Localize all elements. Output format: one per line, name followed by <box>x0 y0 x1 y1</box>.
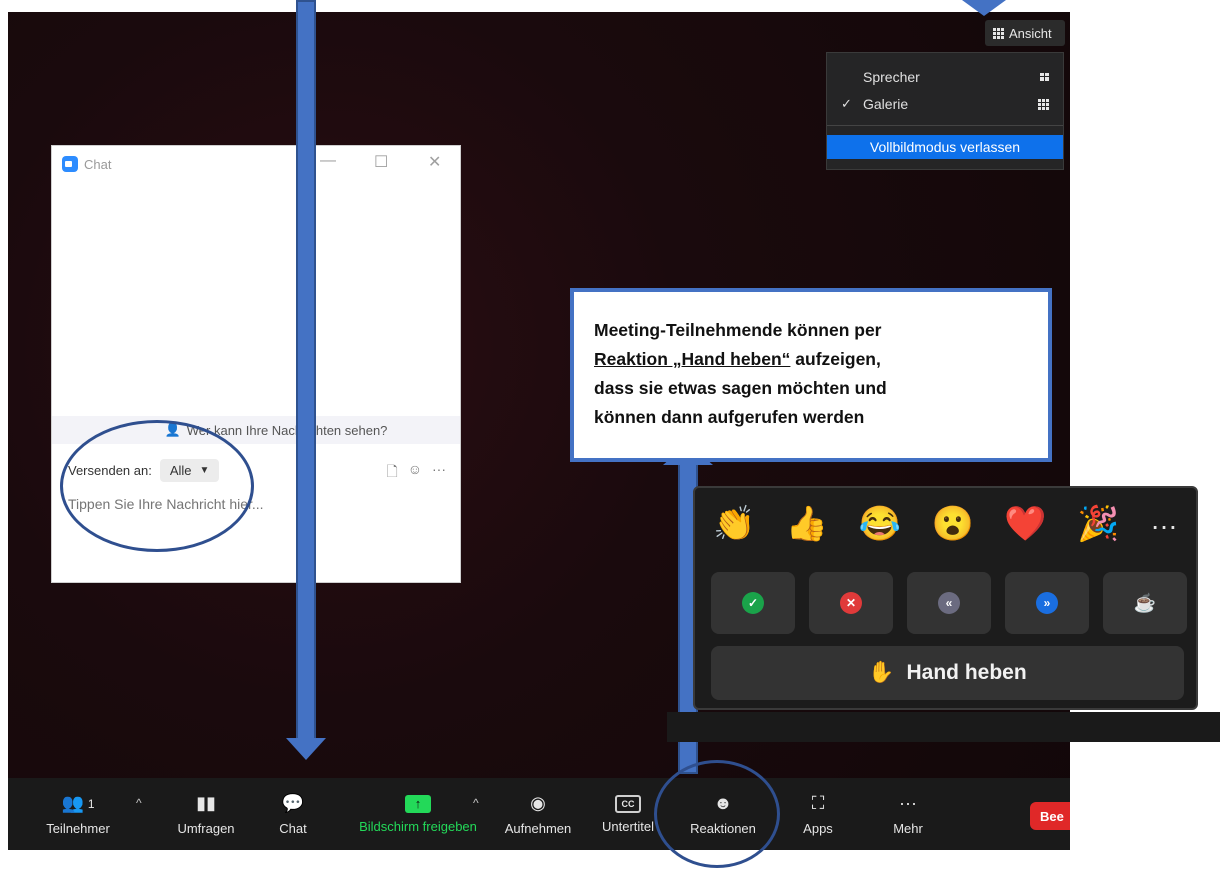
nonverbal-row: ✓ ✕ « » ☕ <box>711 572 1187 634</box>
callout-line-2: Reaktion „Hand heben“ aufzeigen, <box>594 345 1028 374</box>
record-label: Aufnehmen <box>504 820 572 836</box>
share-caret-icon[interactable]: ^ <box>473 796 479 810</box>
captions-icon: CC <box>615 794 641 813</box>
apps-label: Apps <box>803 820 833 836</box>
callout-line-1: Meeting-Teilnehmende können per <box>594 320 882 340</box>
yes-icon: ✓ <box>742 592 764 614</box>
participants-button[interactable]: 👥 1 Teilnehmer <box>38 778 118 850</box>
participants-label: Teilnehmer <box>46 820 110 836</box>
captions-button[interactable]: CC Untertitel <box>593 778 663 850</box>
callout-underlined: Reaktion „Hand heben“ <box>594 349 791 369</box>
no-icon: ✕ <box>840 592 862 614</box>
participants-icon: 👥 1 <box>61 793 95 813</box>
zoom-app-icon <box>62 156 78 172</box>
callout-line-3: dass sie etwas sagen möchten und <box>594 378 887 398</box>
party-emoji-icon[interactable]: 🎉 <box>1077 504 1119 544</box>
heart-emoji-icon[interactable]: ❤️ <box>1004 504 1046 544</box>
annotation-ellipse-reactions <box>654 760 780 868</box>
raised-hand-icon: ✋ <box>868 661 895 684</box>
annotation-arrow-chat <box>296 0 316 740</box>
surprised-emoji-icon[interactable]: 😮 <box>931 504 973 544</box>
apps-button[interactable]: ⛶ Apps <box>783 778 853 850</box>
meeting-toolbar: 👥 1 Teilnehmer ^ ▮▮ Umfragen 💬 Chat ↑ Bil… <box>8 778 1070 850</box>
chat-title: Chat <box>84 156 112 172</box>
menu-item-label: Vollbildmodus verlassen <box>869 139 1021 155</box>
annotation-callout: Meeting-Teilnehmende können per Reaktion… <box>570 288 1052 462</box>
speed-up-icon: » <box>1036 592 1058 614</box>
arrow-head-down <box>286 738 326 760</box>
more-icon[interactable]: ··· <box>432 461 446 485</box>
chat-tools: 🗋 ☺ ··· <box>386 461 446 485</box>
raise-hand-button[interactable]: ✋ Hand heben <box>711 646 1184 700</box>
raise-hand-label: Hand heben <box>906 661 1027 684</box>
clap-emoji-icon[interactable]: 👏 <box>713 504 755 544</box>
record-button[interactable]: ◉ Aufnehmen <box>498 778 578 850</box>
annotation-ellipse-chat <box>60 420 254 552</box>
menu-divider <box>827 125 1063 126</box>
share-screen-icon: ↑ <box>405 794 431 813</box>
speaker-layout-icon <box>1040 73 1049 81</box>
more-button[interactable]: ··· Mehr <box>873 778 943 850</box>
thumbs-up-emoji-icon[interactable]: 👍 <box>786 504 828 544</box>
chat-bubble-icon: 💬 <box>281 793 305 813</box>
record-icon: ◉ <box>530 793 546 813</box>
minimize-icon[interactable]: — <box>320 152 336 170</box>
toolbar-partial-strip <box>667 712 1220 742</box>
more-label: Mehr <box>893 820 923 836</box>
end-meeting-label: Bee <box>1040 808 1064 824</box>
yes-button[interactable]: ✓ <box>711 572 795 634</box>
more-dots-icon: ··· <box>899 793 917 813</box>
share-screen-label: Bildschirm freigeben <box>359 818 477 834</box>
participants-caret-icon[interactable]: ^ <box>136 796 142 810</box>
apps-icon: ⛶ <box>811 793 825 813</box>
close-icon[interactable]: ✕ <box>428 152 441 172</box>
no-button[interactable]: ✕ <box>809 572 893 634</box>
reactions-panel: 👏 👍 😂 😮 ❤️ 🎉 … ✓ ✕ « » ☕ ✋ Hand heben <box>693 486 1198 710</box>
file-icon[interactable]: 🗋 <box>386 461 397 485</box>
view-button-label: Ansicht <box>1009 25 1052 41</box>
view-menu: Sprecher ✓ Galerie Vollbildmodus verlass… <box>826 52 1064 170</box>
maximize-icon[interactable]: ☐ <box>374 152 388 172</box>
share-screen-button[interactable]: ↑ Bildschirm freigeben <box>348 778 488 850</box>
captions-label: Untertitel <box>601 818 655 834</box>
emoji-icon[interactable]: ☺ <box>408 461 422 485</box>
polls-button[interactable]: ▮▮ Umfragen <box>166 778 246 850</box>
chat-titlebar: Chat <box>62 156 111 172</box>
callout-line-2-rest: aufzeigen, <box>790 349 881 369</box>
gallery-grid-icon <box>1038 98 1049 110</box>
slow-down-button[interactable]: « <box>907 572 991 634</box>
coffee-button[interactable]: ☕ <box>1103 572 1187 634</box>
menu-item-label: Galerie <box>863 96 909 112</box>
polls-label: Umfragen <box>177 820 235 836</box>
gallery-grid-icon <box>993 27 1004 39</box>
menu-item-exit-fullscreen[interactable]: Vollbildmodus verlassen <box>827 135 1063 159</box>
callout-line-4: können dann aufgerufen werden <box>594 407 865 427</box>
menu-item-speaker[interactable]: Sprecher <box>827 65 1063 89</box>
chat-button[interactable]: 💬 Chat <box>258 778 328 850</box>
arrow-head-view <box>962 0 1006 16</box>
more-emoji-icon[interactable]: … <box>1150 504 1178 544</box>
emoji-row: 👏 👍 😂 😮 ❤️ 🎉 … <box>713 504 1178 544</box>
joy-emoji-icon[interactable]: 😂 <box>859 504 901 544</box>
polls-icon: ▮▮ <box>196 793 216 813</box>
speed-up-button[interactable]: » <box>1005 572 1089 634</box>
menu-item-gallery[interactable]: ✓ Galerie <box>827 92 1063 116</box>
participants-count: 1 <box>87 796 95 811</box>
view-button[interactable]: Ansicht <box>985 20 1065 46</box>
slow-down-icon: « <box>938 592 960 614</box>
checkmark-icon: ✓ <box>841 96 852 111</box>
menu-item-label: Sprecher <box>863 69 920 85</box>
end-meeting-button[interactable]: Bee <box>1030 802 1070 830</box>
chat-label: Chat <box>279 820 307 836</box>
coffee-icon: ☕ <box>1133 592 1157 613</box>
